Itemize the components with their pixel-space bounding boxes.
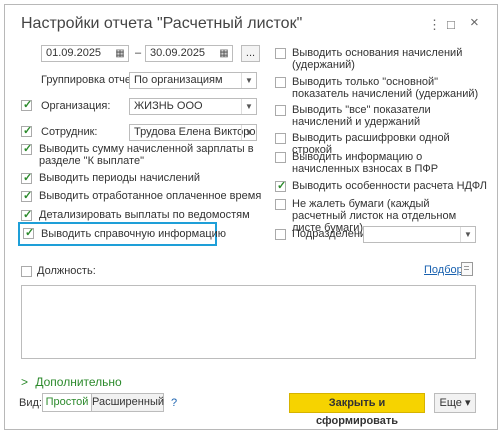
option-accrual-basis-checkbox[interactable] (275, 48, 286, 59)
clipboard-icon[interactable] (461, 262, 473, 276)
maximize-icon[interactable]: □ (447, 17, 455, 32)
chevron-right-icon: > (21, 375, 29, 389)
check-icon: ✓ (23, 209, 33, 221)
check-icon: ✓ (23, 99, 33, 111)
option-worked-time-label: Выводить отработанное оплаченное время (39, 190, 262, 202)
close-and-build-button[interactable]: Закрыть и сформировать (289, 393, 425, 427)
employee-label: Сотрудник: (41, 126, 98, 138)
option-reference-info-checkbox[interactable]: ✓ (23, 227, 35, 239)
view-extended-button[interactable]: Расширенный (91, 393, 164, 412)
calendar-icon[interactable]: ▦ (216, 46, 232, 61)
period-dash: – (135, 47, 142, 59)
check-icon: ✓ (277, 180, 287, 192)
check-icon: ✓ (23, 143, 33, 155)
option-main-indicator-checkbox[interactable] (275, 77, 286, 88)
more-settings-toggle[interactable]: > Дополнительно (21, 375, 122, 389)
employee-checkbox[interactable]: ✓ (21, 125, 33, 137)
chevron-down-icon[interactable]: ▼ (460, 227, 475, 242)
more-actions-label: Еще (439, 397, 462, 409)
title-bar: Настройки отчета "Расчетный листок" ⋮ □ … (5, 5, 497, 41)
position-label: Должность: (37, 265, 96, 277)
option-all-indicators-label: Выводить "все" показатели начислений и у… (292, 104, 431, 128)
check-icon: ✓ (25, 227, 35, 239)
option-salary-to-pay-checkbox[interactable]: ✓ (21, 143, 33, 155)
check-icon: ✓ (23, 190, 33, 202)
option-separate-sheet-checkbox[interactable] (275, 199, 286, 210)
grouping-value: По организациям (134, 74, 223, 86)
chevron-down-icon[interactable]: ▼ (241, 125, 256, 140)
option-reference-info-label: Выводить справочную информацию (41, 228, 227, 240)
employee-value: Трудова Елена Викторовн (134, 126, 257, 138)
option-pension-contrib-label: Выводить информацию о начисленных взноса… (292, 151, 439, 175)
period-picker-button[interactable]: ... (241, 45, 260, 62)
check-icon: ✓ (23, 125, 33, 137)
subdivision-checkbox[interactable] (275, 229, 286, 240)
organization-label: Организация: (41, 100, 111, 112)
option-ndfl-features-label: Выводить особенности расчета НДФЛ (292, 180, 487, 192)
period-to-field[interactable]: 30.09.2025 ▦ (145, 45, 233, 62)
menu-icon[interactable]: ⋮ (428, 17, 441, 33)
settings-window: Настройки отчета "Расчетный листок" ⋮ □ … (4, 4, 498, 430)
option-salary-to-pay-label: Выводить сумму начисленной зарплаты в ра… (39, 143, 254, 167)
option-main-indicator-label: Выводить только "основной" показатель на… (292, 76, 479, 100)
subdivision-select[interactable]: ▼ (363, 226, 476, 243)
option-all-indicators-checkbox[interactable] (275, 105, 286, 116)
select-link[interactable]: Подбор (424, 264, 463, 276)
view-simple-button[interactable]: Простой (42, 393, 92, 412)
close-icon[interactable]: × (470, 14, 479, 31)
option-periods-checkbox[interactable]: ✓ (21, 172, 33, 184)
more-settings-label: Дополнительно (35, 375, 122, 389)
more-actions-button[interactable]: Еще ▾ (434, 393, 476, 413)
employee-select[interactable]: Трудова Елена Викторовн ▼ (129, 124, 257, 141)
grouping-select[interactable]: По организациям ▼ (129, 72, 257, 89)
check-icon: ✓ (23, 172, 33, 184)
period-from-value: 01.09.2025 (46, 47, 102, 59)
option-periods-label: Выводить периоды начислений (39, 172, 201, 184)
window-title: Настройки отчета "Расчетный листок" (21, 15, 303, 32)
option-ndfl-features-checkbox[interactable]: ✓ (275, 180, 287, 192)
view-label: Вид: (19, 397, 42, 409)
option-detail-payments-checkbox[interactable]: ✓ (21, 209, 33, 221)
organization-select[interactable]: ЖИЗНЬ ООО ▼ (129, 98, 257, 115)
calendar-icon[interactable]: ▦ (112, 46, 128, 61)
chevron-down-icon[interactable]: ▼ (241, 99, 256, 114)
option-accrual-basis-label: Выводить основания начислений (удержаний… (292, 47, 463, 71)
chevron-down-icon[interactable]: ▼ (241, 73, 256, 88)
chevron-down-icon: ▾ (464, 397, 471, 409)
period-from-field[interactable]: 01.09.2025 ▦ (41, 45, 129, 62)
organization-checkbox[interactable]: ✓ (21, 99, 33, 111)
help-icon[interactable]: ? (171, 397, 177, 409)
option-single-line-checkbox[interactable] (275, 133, 286, 144)
position-checkbox[interactable] (21, 266, 32, 277)
organization-value: ЖИЗНЬ ООО (134, 100, 203, 112)
period-to-value: 30.09.2025 (150, 47, 206, 59)
option-pension-contrib-checkbox[interactable] (275, 152, 286, 163)
position-list-area[interactable] (21, 285, 476, 359)
option-worked-time-checkbox[interactable]: ✓ (21, 190, 33, 202)
option-detail-payments-label: Детализировать выплаты по ведомостям (39, 209, 250, 221)
